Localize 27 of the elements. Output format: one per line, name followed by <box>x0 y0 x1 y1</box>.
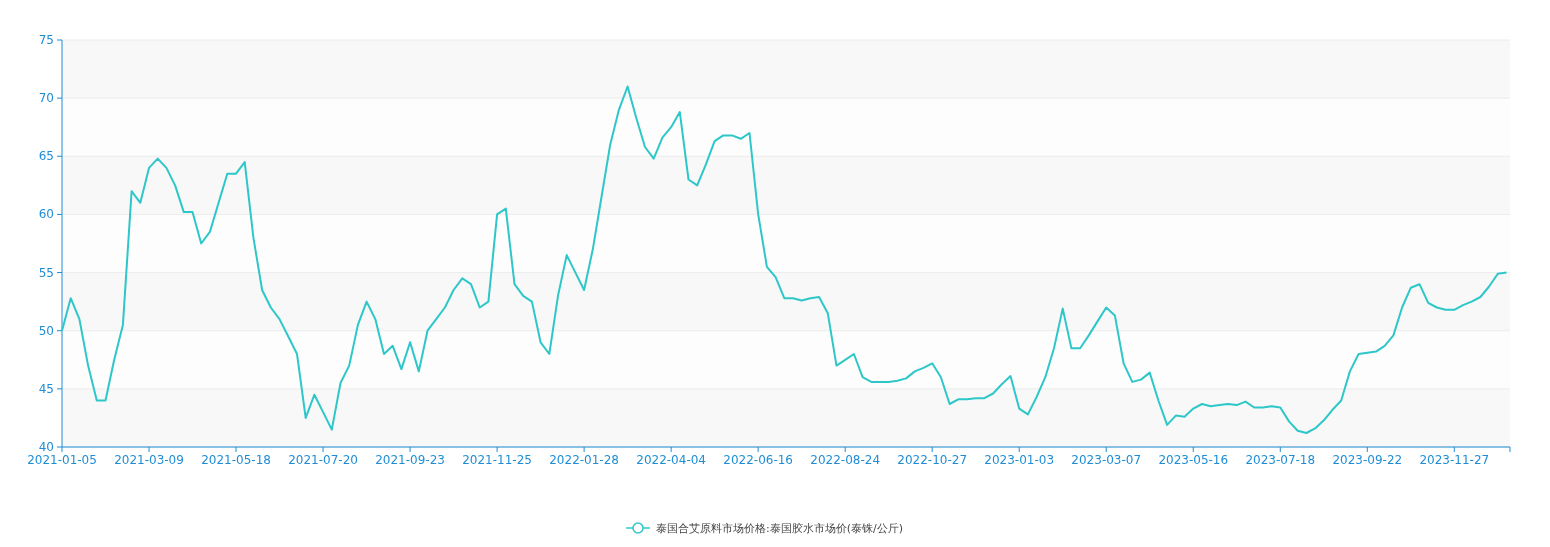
x-tick-label: 2023-03-07 <box>1071 453 1142 467</box>
legend-line-icon[interactable] <box>625 522 651 534</box>
x-tick-label: 2022-06-16 <box>723 453 794 467</box>
x-tick-label: 2021-05-18 <box>201 453 271 467</box>
y-tick-label: 55 <box>38 265 54 280</box>
x-tick-label: 2021-11-25 <box>462 453 532 467</box>
y-tick-label: 40 <box>38 440 54 454</box>
x-tick-label: 2023-01-03 <box>984 453 1055 467</box>
y-tick-label: 60 <box>38 207 54 222</box>
y-tick-label: 50 <box>38 323 54 338</box>
x-tick-label: 2021-09-23 <box>375 453 445 467</box>
y-tick-label: 70 <box>38 91 54 106</box>
x-tick-label: 2023-11-27 <box>1419 453 1490 467</box>
x-tick-label: 2021-03-09 <box>114 453 184 467</box>
y-tick-label: 45 <box>38 381 54 396</box>
x-tick-label: 2023-09-22 <box>1332 453 1403 467</box>
y-tick-label: 75 <box>38 33 54 47</box>
x-tick-label: 2022-08-24 <box>810 453 881 467</box>
x-tick-label: 2022-01-28 <box>549 453 619 467</box>
x-tick-label: 2022-10-27 <box>897 453 968 467</box>
x-tick-label: 2022-04-04 <box>636 453 706 467</box>
x-tick-label: 2023-07-18 <box>1245 453 1316 467</box>
legend-label[interactable]: 泰国合艾原料市场价格:泰国胶水市场价(泰铢/公斤) <box>656 522 903 535</box>
y-tick-label: 65 <box>38 149 54 164</box>
x-tick-label: 2021-01-05 <box>27 453 97 467</box>
x-tick-label: 2021-07-20 <box>288 453 358 467</box>
x-tick-label: 2023-05-16 <box>1158 453 1229 467</box>
